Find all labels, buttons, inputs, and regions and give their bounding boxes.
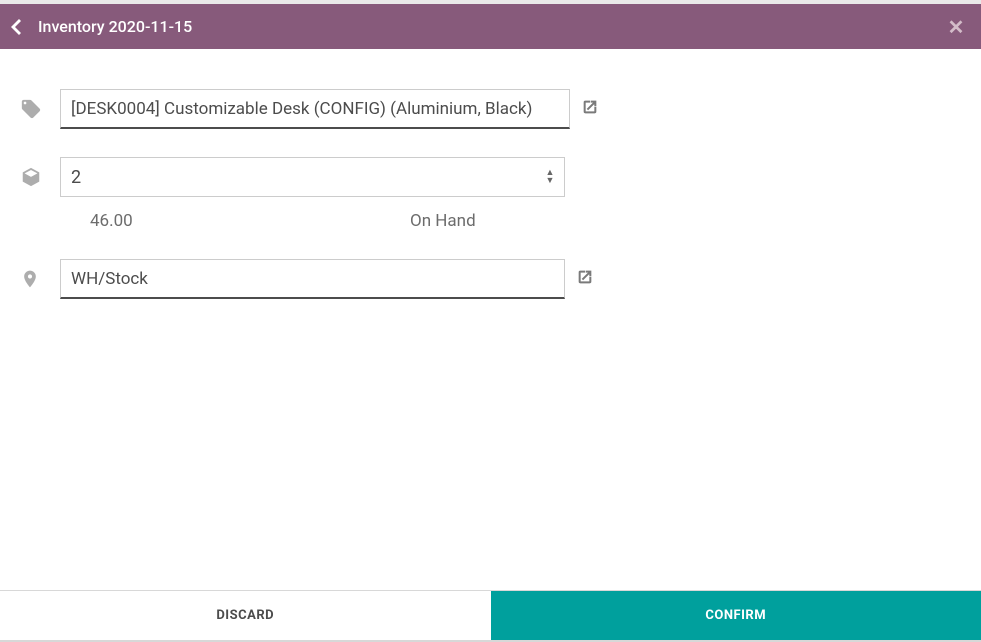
quantity-spinner: ▲ ▼ bbox=[540, 169, 560, 185]
quantity-input[interactable] bbox=[61, 158, 540, 196]
map-pin-icon bbox=[20, 268, 40, 290]
spinner-down[interactable]: ▼ bbox=[546, 177, 555, 185]
confirm-button[interactable]: CONFIRM bbox=[491, 591, 981, 640]
back-button[interactable] bbox=[0, 4, 32, 49]
location-external-link[interactable] bbox=[577, 269, 593, 289]
chevron-left-icon bbox=[11, 19, 21, 35]
location-input[interactable] bbox=[60, 259, 565, 299]
location-icon-col bbox=[20, 268, 60, 290]
location-field bbox=[60, 259, 593, 299]
product-icon-col bbox=[20, 98, 60, 120]
header-bar: Inventory 2020-11-15 ✕ bbox=[0, 4, 981, 49]
cube-icon bbox=[20, 166, 42, 188]
quantity-input-wrapper: ▲ ▼ bbox=[60, 157, 565, 197]
quantity-field: ▲ ▼ bbox=[60, 157, 565, 197]
external-link-icon bbox=[577, 269, 593, 285]
product-row bbox=[20, 89, 961, 129]
close-button[interactable]: ✕ bbox=[941, 4, 971, 49]
on-hand-value: 46.00 bbox=[64, 211, 410, 231]
discard-button[interactable]: DISCARD bbox=[0, 591, 491, 640]
product-external-link[interactable] bbox=[582, 99, 598, 119]
external-link-icon bbox=[582, 99, 598, 115]
quantity-row: ▲ ▼ bbox=[20, 157, 961, 197]
form-content: ▲ ▼ 46.00 On Hand bbox=[0, 49, 981, 299]
product-field bbox=[60, 89, 598, 129]
on-hand-row: 46.00 On Hand bbox=[20, 211, 961, 231]
on-hand-label: On Hand bbox=[410, 211, 476, 231]
close-icon: ✕ bbox=[948, 15, 965, 39]
location-row bbox=[20, 259, 961, 299]
quantity-icon-col bbox=[20, 166, 60, 188]
product-input[interactable] bbox=[60, 89, 570, 129]
page-title: Inventory 2020-11-15 bbox=[38, 17, 192, 36]
footer-actions: DISCARD CONFIRM bbox=[0, 590, 981, 640]
tag-icon bbox=[20, 98, 42, 120]
